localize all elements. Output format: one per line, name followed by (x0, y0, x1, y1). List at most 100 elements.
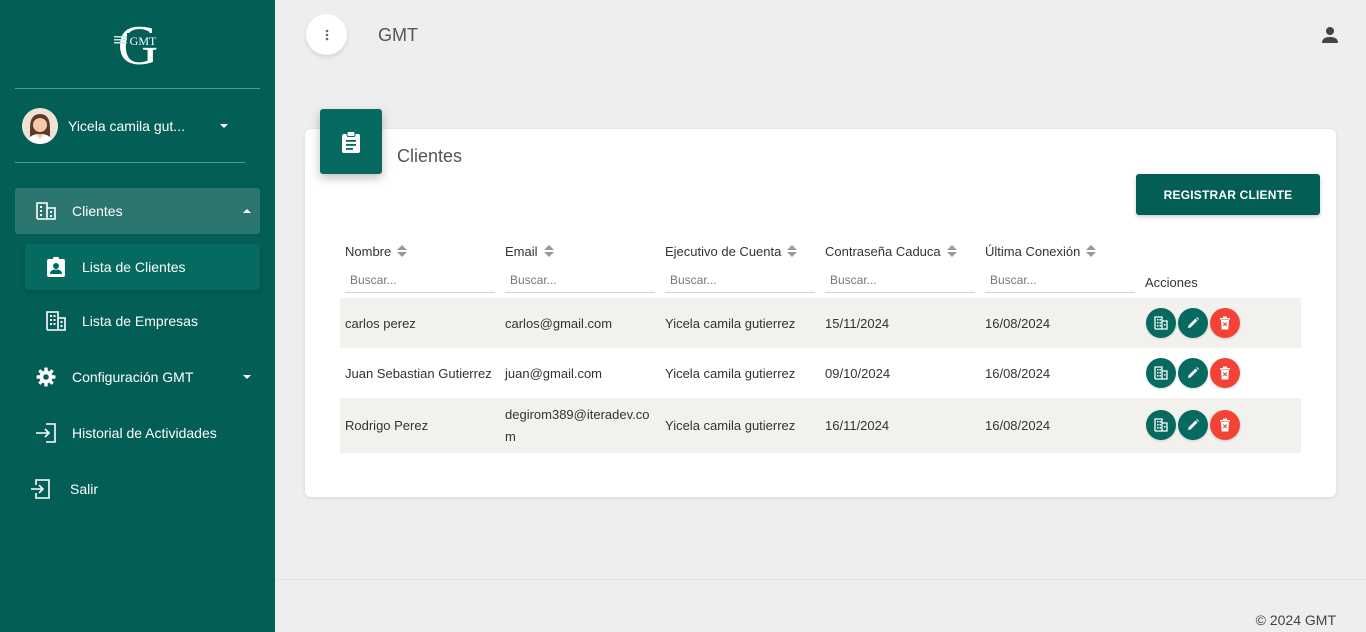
cell-conexion: 16/08/2024 (985, 365, 1051, 381)
cell-conexion: 16/08/2024 (985, 418, 1051, 433)
more-options-button[interactable] (306, 14, 347, 55)
cell-nombre: carlos perez (345, 315, 416, 331)
column-conexion: Última Conexión (980, 238, 1140, 298)
avatar (22, 108, 58, 144)
sidebar: G GMT Yicela camila gut... Clientes (0, 0, 275, 632)
delete-button[interactable] (1210, 308, 1240, 338)
card-header-icon (320, 109, 382, 174)
column-label: Acciones (1145, 274, 1198, 290)
sidebar-divider (15, 88, 260, 89)
chevron-up-icon (243, 209, 251, 213)
column-label: Contraseña Caduca (825, 243, 941, 259)
footer-divider (275, 579, 1366, 580)
column-nombre: Nombre (340, 238, 500, 298)
svg-text:GMT: GMT (130, 34, 157, 48)
building-icon (45, 310, 67, 332)
cell-email: juan@gmail.com (505, 365, 603, 381)
sort-icon (1086, 245, 1097, 257)
register-client-button[interactable]: REGISTRAR CLIENTE (1136, 174, 1320, 215)
sort-nombre[interactable]: Nombre (340, 238, 500, 264)
page-brand: GMT (378, 25, 418, 45)
edit-button[interactable] (1178, 308, 1208, 338)
sidebar-item-label: Salir (70, 481, 99, 497)
user-menu[interactable]: Yicela camila gut... (22, 107, 242, 145)
column-ejecutivo: Ejecutivo de Cuenta (660, 238, 820, 298)
column-label: Nombre (345, 243, 392, 259)
table-header: Nombre Email Ejecutivo de Cuenta Contras… (340, 238, 1301, 298)
logout-icon (29, 478, 51, 500)
column-label: Última Conexión (985, 243, 1081, 259)
sidebar-item-configuracion[interactable]: Configuración GMT (15, 354, 260, 400)
copyright: © 2024 GMT (1255, 612, 1336, 628)
sort-email[interactable]: Email (500, 238, 660, 264)
card-title: Clientes (397, 146, 463, 166)
cell-email: carlos@gmail.com (505, 315, 613, 331)
clients-table: Nombre Email Ejecutivo de Cuenta Contras… (340, 238, 1301, 453)
user-name: Yicela camila gut... (68, 118, 185, 134)
sidebar-item-salir[interactable]: Salir (15, 466, 260, 512)
edit-button[interactable] (1178, 358, 1208, 388)
sidebar-item-historial[interactable]: Historial de Actividades (15, 410, 260, 456)
column-label: Email (505, 243, 538, 259)
building-icon (1154, 418, 1168, 432)
sidebar-item-label: Lista de Clientes (82, 259, 186, 275)
cell-nombre: Rodrigo Perez (345, 418, 429, 433)
building-icon (35, 200, 57, 222)
contact-card-icon (45, 256, 67, 278)
view-companies-button[interactable] (1146, 358, 1176, 388)
cell-caduca: 15/11/2024 (825, 315, 890, 331)
building-icon (1154, 316, 1168, 330)
view-companies-button[interactable] (1146, 410, 1176, 440)
search-nombre-input[interactable] (345, 267, 495, 293)
pencil-icon (1188, 367, 1199, 378)
search-conexion-input[interactable] (985, 267, 1135, 293)
column-acciones: Acciones (1140, 238, 1300, 298)
column-label: Ejecutivo de Cuenta (665, 243, 782, 259)
edit-button[interactable] (1178, 410, 1208, 440)
search-caduca-input[interactable] (825, 267, 975, 293)
user-account-icon[interactable] (1319, 24, 1341, 46)
sidebar-item-clientes[interactable]: Clientes (15, 188, 260, 234)
login-icon (35, 422, 57, 444)
row-actions (1146, 410, 1240, 440)
cell-email: degirom389@iteradev.com (505, 406, 650, 444)
sidebar-item-label: Clientes (72, 203, 123, 219)
sort-conexion[interactable]: Última Conexión (980, 238, 1140, 264)
search-email-input[interactable] (505, 267, 655, 293)
cell-caduca: 09/10/2024 (825, 365, 891, 381)
cell-nombre: Juan Sebastian Gutierrez (345, 365, 492, 381)
delete-button[interactable] (1210, 410, 1240, 440)
sort-icon (946, 245, 957, 257)
pencil-icon (1188, 317, 1199, 328)
sidebar-divider (15, 162, 245, 163)
column-caduca: Contraseña Caduca (820, 238, 980, 298)
clipboard-icon (342, 130, 360, 153)
cell-ejecutivo: Yicela camila gutierrez (665, 315, 796, 331)
table-row: Juan Sebastian Gutierrez juan@gmail.com … (340, 348, 1301, 398)
cell-conexion: 16/08/2024 (985, 315, 1051, 331)
search-ejecutivo-input[interactable] (665, 267, 815, 293)
sort-icon (787, 245, 798, 257)
trash-icon (1220, 316, 1230, 330)
row-actions (1146, 308, 1240, 338)
sidebar-item-lista-clientes[interactable]: Lista de Clientes (25, 244, 260, 290)
sidebar-item-label: Lista de Empresas (82, 313, 198, 329)
sidebar-item-lista-empresas[interactable]: Lista de Empresas (25, 298, 260, 344)
table-row: carlos perez carlos@gmail.com Yicela cam… (340, 298, 1301, 348)
trash-icon (1220, 366, 1230, 380)
building-icon (1154, 366, 1168, 380)
sort-caduca[interactable]: Contraseña Caduca (820, 238, 980, 264)
cell-ejecutivo: Yicela camila gutierrez (665, 365, 796, 381)
cell-ejecutivo: Yicela camila gutierrez (665, 418, 796, 433)
sidebar-item-label: Historial de Actividades (72, 425, 217, 441)
pencil-icon (1188, 419, 1199, 430)
delete-button[interactable] (1210, 358, 1240, 388)
column-email: Email (500, 238, 660, 298)
chevron-down-icon (243, 375, 251, 379)
view-companies-button[interactable] (1146, 308, 1176, 338)
sort-ejecutivo[interactable]: Ejecutivo de Cuenta (660, 238, 820, 264)
table-row: Rodrigo Perez degirom389@iteradev.com Yi… (340, 398, 1301, 453)
gear-icon (35, 366, 57, 388)
cell-caduca: 16/11/2024 (825, 418, 890, 433)
gmt-logo: G GMT (108, 14, 168, 77)
